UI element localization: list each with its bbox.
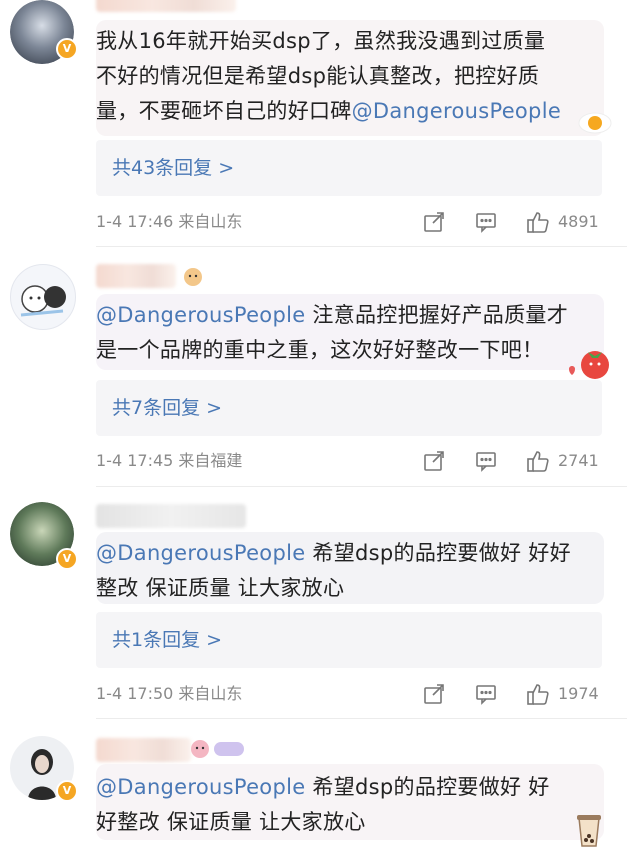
sticker-icon [188, 738, 248, 760]
reply-count-button[interactable]: 共43条回复 > [96, 140, 602, 196]
share-icon[interactable] [423, 211, 445, 233]
comment-line: 是一个品牌的重中之重，这次好好整改一下吧！ [96, 338, 544, 362]
reply-count-button[interactable]: 共1条回复 > [96, 612, 602, 668]
like-count: 2741 [558, 451, 599, 470]
comment-text: 我从16年就开始买dsp了，虽然我没遇到过质量 不好的情况但是希望dsp能认真整… [96, 24, 606, 129]
comment-icon[interactable] [475, 683, 497, 705]
share-icon[interactable] [423, 450, 445, 472]
timestamp-location: 1-4 17:46 来自山东 [96, 212, 243, 231]
timestamp-location: 1-4 17:45 来自福建 [96, 451, 243, 470]
mention-link[interactable]: @DangerousPeople [352, 99, 561, 123]
share-icon[interactable] [423, 683, 445, 705]
egg-sticker [578, 110, 612, 134]
comment-line: 不好的情况但是希望dsp能认真整改，把控好质 [96, 64, 540, 88]
comment-line: 量，不要砸坏自己的好口碑@DangerousPeople [96, 94, 606, 129]
mention-link[interactable]: @DangerousPeople [96, 775, 305, 799]
like-count: 4891 [558, 212, 599, 231]
divider [96, 718, 627, 719]
comment-icon[interactable] [475, 450, 497, 472]
reply-count-button[interactable]: 共7条回复 > [96, 380, 602, 436]
username-blurred[interactable] [96, 738, 191, 762]
like-icon[interactable] [526, 682, 550, 706]
divider [96, 486, 627, 487]
mention-link[interactable]: @DangerousPeople [96, 541, 305, 565]
comment-line: 整改 保证质量 让大家放心 [96, 576, 345, 600]
username-blurred[interactable] [96, 264, 176, 288]
mention-link[interactable]: @DangerousPeople [96, 303, 305, 327]
like-count: 1974 [558, 684, 599, 703]
bubble-tea-sticker [566, 812, 612, 848]
username-blurred[interactable] [96, 504, 246, 528]
comment-meta: 1-4 17:45 来自福建 2741 [96, 447, 602, 475]
verified-badge: V [56, 780, 78, 802]
like-icon[interactable] [526, 449, 550, 473]
comment-line: @DangerousPeople 希望dsp的品控要做好 好 [96, 770, 606, 805]
comment-line-text: 量，不要砸坏自己的好口碑 [96, 99, 352, 123]
comment-line-text: 希望dsp的品控要做好 好好 [305, 541, 571, 565]
comment-text: @DangerousPeople 注意品控把握好产品质量才 是一个品牌的重中之重… [96, 298, 606, 368]
comment-meta: 1-4 17:50 来自山东 1974 [96, 680, 602, 708]
timestamp-location: 1-4 17:50 来自山东 [96, 684, 243, 703]
comment-line: 好整改 保证质量 让大家放心 [96, 810, 366, 834]
comment-text: @DangerousPeople 希望dsp的品控要做好 好好 整改 保证质量 … [96, 536, 606, 606]
comment-line: @DangerousPeople 注意品控把握好产品质量才 [96, 298, 606, 333]
comment-line-text: 注意品控把握好产品质量才 [305, 303, 569, 327]
like-icon[interactable] [526, 210, 550, 234]
tomato-sticker [566, 345, 612, 381]
comment-text: @DangerousPeople 希望dsp的品控要做好 好 好整改 保证质量 … [96, 770, 606, 840]
comment-line: @DangerousPeople 希望dsp的品控要做好 好好 [96, 536, 606, 571]
verified-badge: V [56, 548, 78, 570]
username-blurred[interactable] [96, 0, 236, 12]
verified-badge: V [56, 38, 78, 60]
divider [96, 246, 627, 247]
comment-line: 我从16年就开始买dsp了，虽然我没遇到过质量 [96, 29, 546, 53]
sticker-icon [182, 266, 204, 288]
comment-icon[interactable] [475, 211, 497, 233]
comment-meta: 1-4 17:46 来自山东 4891 [96, 208, 602, 236]
comment-line-text: 希望dsp的品控要做好 好 [305, 775, 550, 799]
avatar[interactable] [10, 264, 76, 330]
